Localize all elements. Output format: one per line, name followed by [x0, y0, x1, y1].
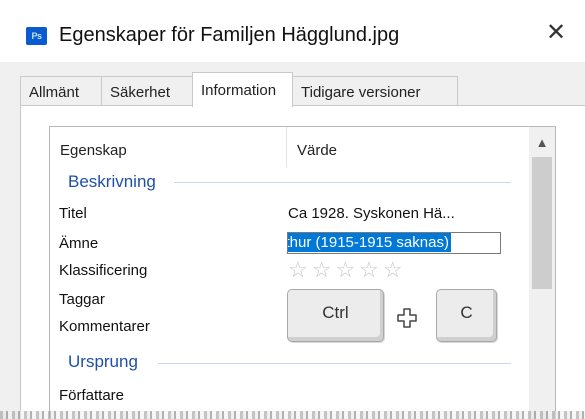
group-divider [158, 363, 511, 364]
rating-stars[interactable]: ☆☆☆☆☆ [288, 257, 407, 283]
row-label-tags: Taggar [59, 291, 105, 308]
column-header-value[interactable]: Värde [287, 127, 527, 167]
subject-selected-text[interactable]: ythur (1915-1915 saknas) [288, 233, 451, 252]
ctrl-key: Ctrl [287, 289, 384, 342]
row-label-comments: Kommentarer [59, 318, 150, 335]
title-bar: Ps Egenskaper för Familjen Hägglund.jpg … [0, 0, 585, 62]
photoshop-app-icon: Ps [26, 27, 47, 45]
group-label-origin: Ursprung [68, 352, 138, 371]
plus-icon [397, 308, 417, 328]
row-label-title: Titel [59, 205, 87, 222]
row-label-subject: Ämne [59, 235, 99, 252]
tab-tidigare-versioner[interactable]: Tidigare versioner [292, 76, 458, 105]
tab-sakerhet[interactable]: Säkerhet [101, 76, 193, 105]
cropped-edge [0, 411, 585, 419]
tab-information[interactable]: Information [192, 72, 293, 107]
window-title: Egenskaper för Familjen Hägglund.jpg [59, 24, 400, 46]
tab-strip: Allmänt Säkerhet Information Tidigare ve… [20, 72, 585, 107]
tab-allmant[interactable]: Allmänt [20, 76, 102, 105]
row-value-title[interactable]: Ca 1928. Syskonen Hä... [288, 205, 455, 222]
scroll-up-arrow-icon[interactable]: ▲ [529, 127, 555, 157]
close-icon[interactable]: ✕ [541, 18, 571, 48]
group-divider [174, 182, 511, 183]
row-label-authors: Författare [59, 387, 125, 404]
column-header-property[interactable]: Egenskap [50, 127, 286, 167]
vertical-scrollbar[interactable]: ▲ [529, 127, 555, 419]
scroll-thumb[interactable] [532, 157, 552, 289]
row-label-rating: Klassificering [59, 262, 148, 279]
c-key: C [436, 289, 497, 342]
group-label-description: Beskrivning [68, 172, 156, 191]
subject-edit-field[interactable]: ythur (1915-1915 saknas) [287, 232, 501, 254]
